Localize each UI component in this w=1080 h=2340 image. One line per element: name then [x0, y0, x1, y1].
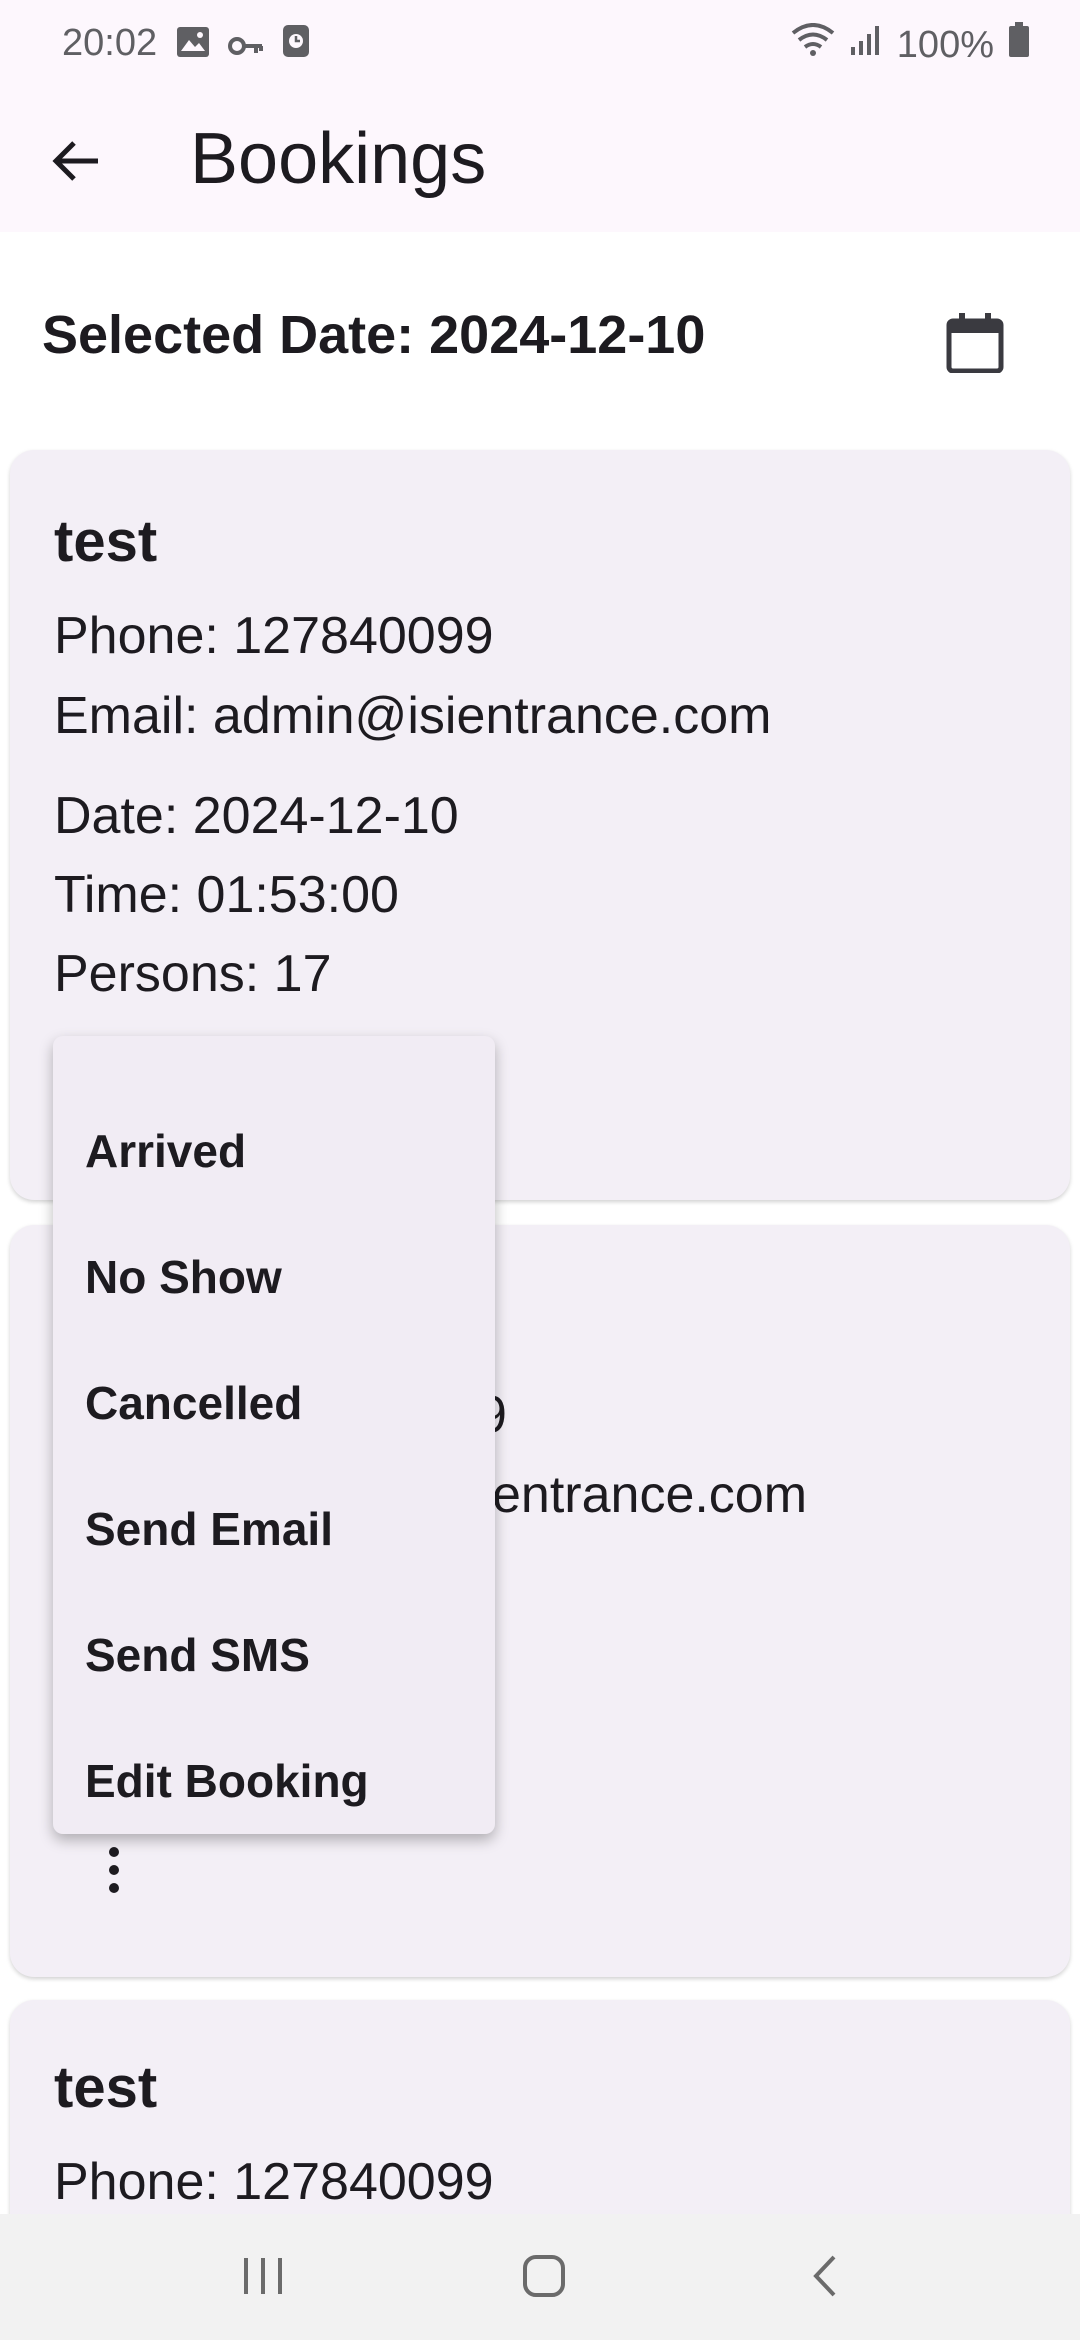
- arrow-left-icon: [50, 139, 100, 188]
- calendar-icon: [946, 312, 1004, 378]
- booking-email: Email: admin@isientrance.com: [54, 687, 772, 745]
- booking-actions-menu: Arrived No Show Cancelled Send Email Sen…: [53, 1036, 495, 1834]
- menu-item-label: No Show: [85, 1251, 282, 1303]
- recents-button[interactable]: [218, 2238, 308, 2318]
- app-bar: Bookings: [0, 84, 1080, 232]
- home-button[interactable]: [499, 2238, 589, 2318]
- booking-time: Time: 01:53:00: [54, 866, 399, 924]
- wifi-icon: [791, 23, 835, 67]
- booking-name: test: [54, 509, 158, 574]
- booking-name: test: [54, 2055, 158, 2120]
- battery-icon: [1008, 22, 1030, 68]
- recents-icon: [241, 2256, 285, 2301]
- nav-back-button[interactable]: [780, 2238, 870, 2318]
- menu-item-edit-booking[interactable]: Edit Booking: [53, 1718, 495, 1844]
- page-title: Bookings: [190, 119, 487, 199]
- menu-item-send-sms[interactable]: Send SMS: [53, 1592, 495, 1718]
- booking-persons: Persons: 17: [54, 945, 332, 1003]
- booking-email: entrance.com: [492, 1466, 808, 1524]
- menu-item-cancelled[interactable]: Cancelled: [53, 1340, 495, 1466]
- back-button[interactable]: [38, 126, 112, 200]
- key-icon: [228, 25, 264, 68]
- selected-date-label: Selected Date: 2024-12-10: [42, 305, 706, 365]
- signal-icon: [849, 23, 883, 67]
- chevron-left-icon: [810, 2254, 840, 2303]
- image-icon: [176, 25, 210, 68]
- more-vertical-icon: [107, 1846, 121, 1899]
- status-time: 20:02: [62, 22, 158, 64]
- status-system-icons: 100%: [791, 22, 1030, 68]
- menu-item-send-email[interactable]: Send Email: [53, 1466, 495, 1592]
- booking-date: Date: 2024-12-10: [54, 787, 459, 845]
- status-notification-icons: [176, 24, 310, 68]
- date-selector: Selected Date: 2024-12-10: [0, 232, 1080, 442]
- system-nav-bar: [0, 2214, 1080, 2340]
- status-bar: 20:02 100%: [0, 0, 1080, 84]
- calendar-button[interactable]: [930, 300, 1020, 390]
- menu-item-label: Send SMS: [85, 1629, 310, 1681]
- menu-item-label: Edit Booking: [85, 1755, 369, 1807]
- menu-item-arrived[interactable]: Arrived: [53, 1088, 495, 1214]
- menu-item-no-show[interactable]: No Show: [53, 1214, 495, 1340]
- clock-badge-icon: [282, 24, 310, 68]
- booking-phone: Phone: 127840099: [54, 2153, 494, 2211]
- menu-item-label: Arrived: [85, 1125, 247, 1177]
- menu-item-label: Cancelled: [85, 1377, 303, 1429]
- battery-percent: 100%: [896, 23, 994, 66]
- home-icon: [522, 2254, 566, 2303]
- menu-item-label: Send Email: [85, 1503, 333, 1555]
- booking-phone: Phone: 127840099: [54, 607, 494, 665]
